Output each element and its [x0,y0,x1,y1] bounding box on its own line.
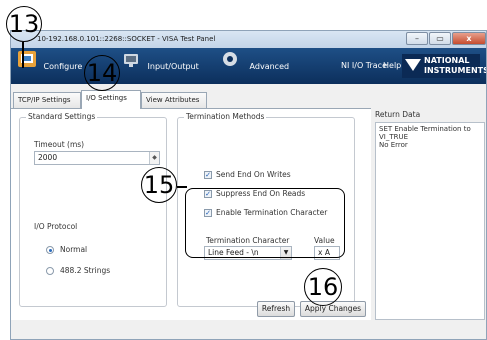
callout-13: 13 [6,6,42,42]
timeout-label: Timeout (ms) [34,140,85,149]
tab-view-attributes[interactable]: View Attributes [141,92,207,108]
national-instruments-logo: NATIONAL INSTRUMENTS [402,54,486,78]
callout-13-leader [22,42,24,68]
normal-radio[interactable] [46,246,54,254]
send-end-label: Send End On Writes [216,170,291,179]
visa-test-panel-window: 10-192.168.0.101::2268::SOCKET - VISA Te… [10,30,487,340]
window-title: 10-192.168.0.101::2268::SOCKET - VISA Te… [37,35,216,43]
return-data-section: Return Data SET Enable Termination to VI… [375,110,485,320]
gear-icon [221,48,239,84]
help-link[interactable]: Help [383,48,401,84]
ni-io-trace-link[interactable]: NI I/O Trace [341,48,387,84]
apply-changes-button[interactable]: Apply Changes [300,301,366,317]
window-controls: – ▭ x [405,32,486,46]
return-data-box: SET Enable Termination to VI_TRUE No Err… [375,122,485,320]
return-line: SET Enable Termination to [379,125,471,133]
termination-highlight-box [185,188,345,258]
timeout-input[interactable]: 2000 ◆ [34,151,160,165]
return-line: No Error [379,141,408,149]
send-end-checkbox[interactable]: ✓ [204,171,212,179]
callout-15-leader [177,186,187,188]
callout-16: 16 [304,268,342,306]
configure-label: Configure [43,61,83,71]
return-line: VI_TRUE [379,133,409,141]
refresh-button[interactable]: Refresh [257,301,295,317]
callout-15: 15 [141,167,177,203]
title-bar: 10-192.168.0.101::2268::SOCKET - VISA Te… [11,31,486,48]
configure-button[interactable]: Configure [17,48,82,84]
timeout-value: 2000 [38,153,58,162]
tab-io-settings[interactable]: I/O Settings [81,90,141,109]
normal-radio-label: Normal [60,245,88,254]
advanced-button[interactable]: Advanced [221,48,289,84]
callout-14: 14 [84,55,120,91]
tab-tcpip-settings[interactable]: TCP/IP Settings [13,92,81,108]
standard-settings-group: Standard Settings Timeout (ms) 2000 ◆ I/… [19,112,167,307]
return-data-title: Return Data [375,110,421,119]
termination-methods-title: Termination Methods [184,112,267,121]
close-button[interactable]: x [452,32,486,45]
configure-icon [17,48,37,84]
input-output-label: Input/Output [147,61,199,71]
brand-line-2: INSTRUMENTS [424,66,487,75]
488-2-strings-radio[interactable] [46,267,54,275]
maximize-button[interactable]: ▭ [429,32,451,45]
settings-tabs: TCP/IP Settings I/O Settings View Attrib… [11,90,311,109]
advanced-label: Advanced [249,61,290,71]
ni-eagle-icon [405,59,421,71]
input-output-button[interactable]: Input/Output [123,48,199,84]
standard-settings-title: Standard Settings [26,112,98,121]
monitor-icon [123,48,139,84]
io-protocol-label: I/O Protocol [34,222,78,231]
toolbar: Configure Input/Output Advanced NI I/O T… [11,48,486,84]
minimize-button[interactable]: – [406,32,428,45]
488-2-strings-label: 488.2 Strings [60,266,111,275]
timeout-spinner[interactable]: ◆ [149,152,159,164]
brand-line-1: NATIONAL [424,56,470,65]
